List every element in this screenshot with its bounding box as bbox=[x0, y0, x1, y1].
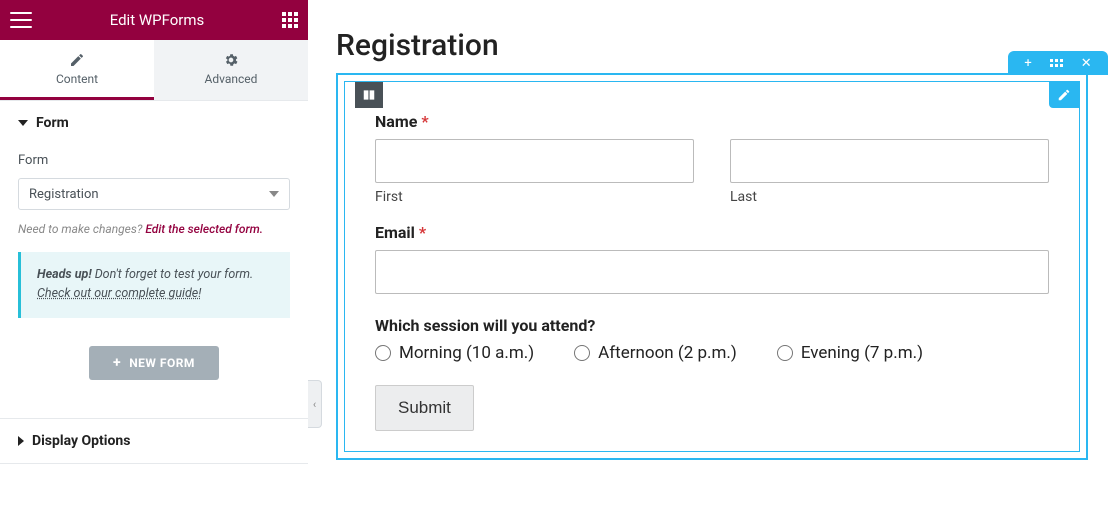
page-title: Registration bbox=[336, 28, 1088, 63]
gear-icon bbox=[223, 52, 239, 68]
widget-wrapper[interactable]: Name * First Last Email * Which session … bbox=[344, 81, 1080, 452]
preview-area: Registration + ✕ Name * First bbox=[308, 0, 1116, 527]
session-option-evening[interactable]: Evening (7 p.m.) bbox=[777, 343, 923, 363]
tab-content[interactable]: Content bbox=[0, 40, 154, 100]
section-form-title: Form bbox=[36, 115, 69, 131]
new-form-button[interactable]: + NEW FORM bbox=[89, 346, 219, 380]
session-options: Morning (10 a.m.) Afternoon (2 p.m.) Eve… bbox=[375, 343, 1049, 363]
name-label: Name * bbox=[375, 112, 1049, 131]
session-label: Which session will you attend? bbox=[375, 316, 1049, 335]
drag-handle-icon[interactable] bbox=[1050, 59, 1063, 67]
notice-text: Don't forget to test your form. bbox=[92, 267, 254, 282]
pencil-icon bbox=[1057, 88, 1071, 102]
email-label-text: Email bbox=[375, 223, 415, 242]
section-display-header[interactable]: Display Options bbox=[0, 419, 308, 463]
form-select-value: Registration bbox=[29, 187, 99, 202]
session-option-afternoon-label: Afternoon (2 p.m.) bbox=[598, 343, 737, 363]
name-row: First Last bbox=[375, 139, 1049, 205]
section-form-body: Form Registration Need to make changes? … bbox=[0, 145, 308, 418]
session-option-evening-label: Evening (7 p.m.) bbox=[801, 343, 923, 363]
menu-icon[interactable] bbox=[10, 12, 32, 28]
chevron-right-icon bbox=[18, 436, 24, 446]
panel-title: Edit WPForms bbox=[110, 11, 205, 29]
edit-form-link[interactable]: Edit the selected form. bbox=[145, 222, 263, 236]
apps-icon[interactable] bbox=[282, 12, 298, 28]
close-section-button[interactable]: ✕ bbox=[1081, 57, 1092, 70]
panel-tabs: Content Advanced bbox=[0, 40, 308, 100]
session-radio-afternoon[interactable] bbox=[574, 345, 590, 361]
name-label-text: Name bbox=[375, 112, 417, 131]
required-marker: * bbox=[421, 112, 428, 131]
notice-guide-link[interactable]: Check out our complete guide! bbox=[37, 286, 201, 301]
first-name-col: First bbox=[375, 139, 694, 205]
last-name-col: Last bbox=[730, 139, 1049, 205]
plus-icon: + bbox=[113, 356, 121, 370]
session-radio-morning[interactable] bbox=[375, 345, 391, 361]
column-handle[interactable] bbox=[355, 82, 383, 108]
session-option-morning-label: Morning (10 a.m.) bbox=[399, 343, 534, 363]
panel-header: Edit WPForms bbox=[0, 0, 308, 40]
email-label: Email * bbox=[375, 223, 1049, 242]
form-select[interactable]: Registration bbox=[18, 178, 290, 210]
notice-bold: Heads up! bbox=[37, 267, 92, 282]
pencil-icon bbox=[69, 52, 85, 68]
form-select-label: Form bbox=[18, 153, 290, 168]
submit-button[interactable]: Submit bbox=[375, 385, 474, 431]
section-display-options: Display Options bbox=[0, 418, 308, 464]
session-option-morning[interactable]: Morning (10 a.m.) bbox=[375, 343, 534, 363]
form-hint-text: Need to make changes? bbox=[18, 222, 145, 236]
section-display-title: Display Options bbox=[32, 433, 130, 449]
columns-icon bbox=[362, 88, 376, 102]
add-section-button[interactable]: + bbox=[1024, 57, 1031, 70]
tab-advanced[interactable]: Advanced bbox=[154, 40, 308, 100]
last-name-input[interactable] bbox=[730, 139, 1049, 183]
chevron-down-icon bbox=[18, 120, 28, 126]
last-name-sublabel: Last bbox=[730, 189, 1049, 205]
form-hint: Need to make changes? Edit the selected … bbox=[18, 222, 290, 236]
new-form-button-label: NEW FORM bbox=[129, 356, 195, 370]
edit-widget-button[interactable] bbox=[1049, 82, 1079, 108]
section-toolbar: + ✕ bbox=[1008, 51, 1108, 75]
tab-content-label: Content bbox=[56, 72, 98, 86]
email-input[interactable] bbox=[375, 250, 1049, 294]
first-name-sublabel: First bbox=[375, 189, 694, 205]
editor-panel: Edit WPForms Content Advanced Form Form … bbox=[0, 0, 308, 527]
required-marker: * bbox=[419, 223, 426, 242]
chevron-down-icon bbox=[269, 191, 279, 197]
section-form: Form Form Registration Need to make chan… bbox=[0, 100, 308, 418]
session-radio-evening[interactable] bbox=[777, 345, 793, 361]
first-name-input[interactable] bbox=[375, 139, 694, 183]
session-option-afternoon[interactable]: Afternoon (2 p.m.) bbox=[574, 343, 737, 363]
tab-advanced-label: Advanced bbox=[205, 72, 258, 86]
section-wrapper[interactable]: Name * First Last Email * Which session … bbox=[336, 73, 1088, 460]
section-form-header[interactable]: Form bbox=[0, 101, 308, 145]
heads-up-notice: Heads up! Don't forget to test your form… bbox=[18, 252, 290, 318]
